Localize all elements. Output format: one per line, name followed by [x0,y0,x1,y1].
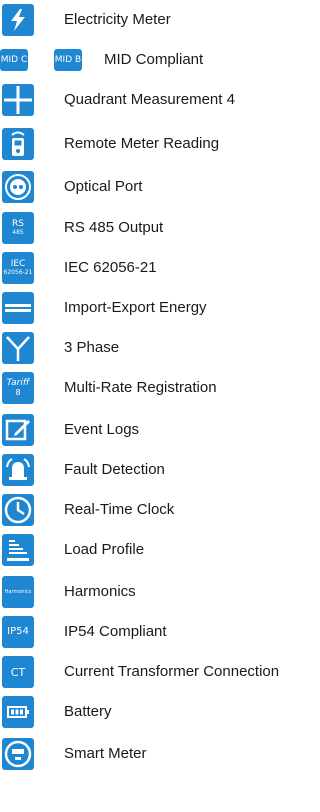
battery-icon [2,696,34,728]
badge-subtext: 485 [12,229,24,236]
feature-label: Multi-Rate Registration [64,379,217,396]
feature-label: RS 485 Output [64,219,164,236]
feature-row-multi-rate: Tariff 8 Multi-Rate Registration [0,368,320,408]
three-phase-icon [2,332,34,364]
badge-text: IP54 [7,626,29,637]
feature-row-optical-port: Optical Port [0,167,320,207]
quadrant-icon [2,84,34,116]
feature-row-ip54: IP54 IP54 Compliant [0,612,320,652]
clock-icon [2,494,34,526]
remote-reader-icon [2,128,34,160]
feature-label: IEC 62056-21 [64,259,157,276]
harmonics-icon: Harmonics [2,576,34,608]
badge-subtext: 62056-21 [3,269,33,276]
feature-row-event-logs: Event Logs [0,410,320,450]
feature-row-three-phase: 3 Phase [0,328,320,368]
mid-b-badge-icon: MID B [54,49,82,71]
badge-text: CT [10,665,26,679]
feature-label: IP54 Compliant [64,623,167,640]
feature-label: Optical Port [64,178,143,195]
edit-log-icon [2,414,34,446]
feature-label: MID Compliant [104,51,204,68]
feature-label: Smart Meter [64,745,147,762]
badge-text: Harmonics [4,588,32,595]
feature-label: Battery [64,703,112,720]
feature-label: Harmonics [64,583,136,600]
badge-subtext: 8 [15,388,21,397]
feature-row-electricity-meter: Electricity Meter [0,0,320,40]
lightning-icon [2,4,34,36]
feature-label: Remote Meter Reading [64,135,220,152]
load-profile-icon [2,534,34,566]
feature-label: Electricity Meter [64,11,171,28]
feature-label: 3 Phase [64,339,120,356]
feature-row-remote-reading: Remote Meter Reading [0,124,320,164]
rs485-icon: RS 485 [2,212,34,244]
feature-row-quadrant: Quadrant Measurement 4 [0,80,320,120]
ct-icon: CT [2,656,34,688]
badge-text: RS [12,219,24,229]
feature-row-fault-detection: Fault Detection [0,450,320,490]
feature-label: Real-Time Clock [64,501,175,518]
feature-row-import-export: Import-Export Energy [0,288,320,328]
feature-row-harmonics: Harmonics Harmonics [0,572,320,612]
feature-row-ct: CT Current Transformer Connection [0,652,320,692]
import-export-icon [2,292,34,324]
badge-text: IEC [10,259,26,269]
feature-label: Import-Export Energy [64,299,207,316]
feature-label: Current Transformer Connection [64,663,280,680]
feature-label: Load Profile [64,541,145,558]
feature-row-rs485: RS 485 RS 485 Output [0,208,320,248]
feature-row-mid-compliant: MID C MID B MID Compliant [0,40,320,80]
smart-meter-icon [2,738,34,770]
iec-icon: IEC 62056-21 [2,252,34,284]
alarm-bell-icon [2,454,34,486]
feature-row-real-time-clock: Real-Time Clock [0,490,320,530]
feature-label: Quadrant Measurement 4 [64,91,235,108]
ip54-icon: IP54 [2,616,34,648]
feature-row-load-profile: Load Profile [0,530,320,570]
feature-label: Fault Detection [64,461,165,478]
mid-c-badge-icon: MID C [0,49,28,71]
feature-label: Event Logs [64,421,140,438]
feature-row-battery: Battery [0,692,320,732]
optical-port-icon [2,171,34,203]
feature-row-smart-meter: Smart Meter [0,734,320,774]
tariff-icon: Tariff 8 [2,372,34,404]
feature-row-iec: IEC 62056-21 IEC 62056-21 [0,248,320,288]
badge-text: Tariff [6,378,30,388]
